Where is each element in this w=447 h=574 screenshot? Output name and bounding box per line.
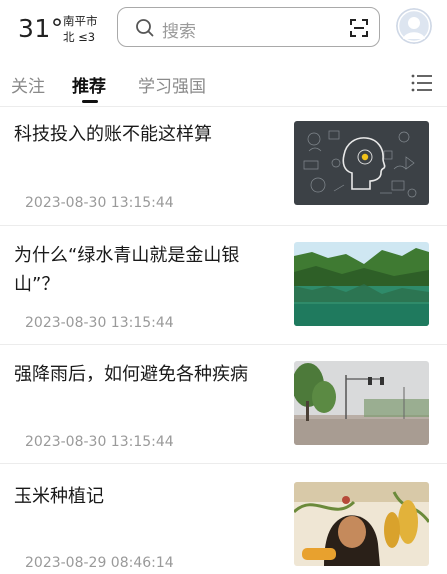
article-item-4[interactable]: 玉米种植记 2023-08-29 08:46:14 bbox=[0, 464, 447, 574]
article-thumbnail[interactable] bbox=[294, 482, 429, 566]
article-item-2[interactable]: 为什么“绿水青山就是金山银山”？ 2023-08-30 13:15:44 bbox=[0, 226, 447, 345]
article-thumbnail[interactable] bbox=[294, 361, 429, 445]
article-date: 2023-08-30 13:15:44 bbox=[25, 315, 174, 331]
top-bar: 31° 南平市 北 ≤3 搜索 bbox=[0, 0, 447, 60]
article-title[interactable]: 科技投入的账不能这样算 bbox=[14, 120, 276, 149]
active-tab-indicator bbox=[82, 100, 98, 103]
user-avatar[interactable] bbox=[396, 8, 432, 44]
search-placeholder: 搜索 bbox=[162, 22, 196, 42]
tab-follow[interactable]: 关注 bbox=[11, 72, 45, 97]
article-title[interactable]: 玉米种植记 bbox=[14, 482, 276, 511]
tab-recommend[interactable]: 推荐 bbox=[72, 72, 106, 97]
article-item-1[interactable]: 科技投入的账不能这样算 2023-08-30 13:15:44 bbox=[0, 107, 447, 226]
article-date: 2023-08-30 13:15:44 bbox=[25, 195, 174, 211]
temperature[interactable]: 31° bbox=[18, 14, 64, 43]
scan-icon[interactable] bbox=[349, 18, 369, 42]
article-title[interactable]: 为什么“绿水青山就是金山银山”？ bbox=[14, 241, 276, 299]
article-thumbnail[interactable] bbox=[294, 242, 429, 326]
article-date: 2023-08-30 13:15:44 bbox=[25, 434, 174, 450]
city-name: 南平市 bbox=[63, 14, 98, 28]
search-bar[interactable]: 搜索 bbox=[117, 7, 380, 47]
search-icon bbox=[135, 18, 155, 42]
channel-tabs: 关注 推荐 学习强国 bbox=[0, 64, 447, 107]
article-item-3[interactable]: 强降雨后，如何避免各种疾病 2023-08-30 13:15:44 bbox=[0, 345, 447, 464]
wind-level: 北 ≤3 bbox=[63, 30, 96, 44]
tab-xuexi-qiangguo[interactable]: 学习强国 bbox=[138, 72, 206, 97]
weather-location[interactable]: 南平市 北 ≤3 bbox=[63, 13, 98, 45]
article-date: 2023-08-29 08:46:14 bbox=[25, 555, 174, 571]
article-thumbnail[interactable] bbox=[294, 121, 429, 205]
list-menu-icon[interactable] bbox=[411, 73, 433, 97]
article-title[interactable]: 强降雨后，如何避免各种疾病 bbox=[14, 360, 276, 389]
